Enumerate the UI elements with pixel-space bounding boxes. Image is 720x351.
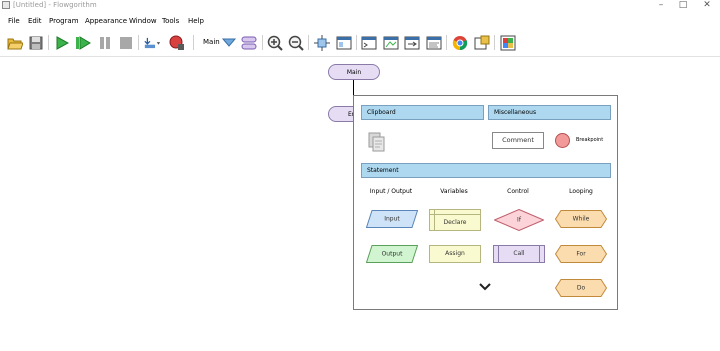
output-label: Output [381,250,403,258]
declare-shape[interactable]: Declare [429,209,481,231]
for-shape[interactable]: For [555,245,607,263]
flowchart-style-icon[interactable] [499,34,516,51]
breakpoint-label: Breakpoint [576,137,604,143]
while-label: While [572,215,590,223]
manage-functions-icon[interactable] [240,34,257,51]
output-window-icon[interactable] [403,34,420,51]
miscellaneous-section-header: Miscellaneous [488,105,611,120]
menu-tools[interactable]: Tools [162,15,179,27]
call-shape[interactable]: Call [493,245,545,263]
clipboard-section-header: Clipboard [361,105,484,120]
input-shape[interactable]: Input [366,210,418,228]
menu-help[interactable]: Help [188,15,204,27]
chrome-browser-icon[interactable] [451,34,468,51]
menu-window[interactable]: Window [129,15,157,27]
menu-edit[interactable]: Edit [28,15,42,27]
output-shape[interactable]: Output [366,245,418,263]
toolbar-separator [138,35,139,50]
title-bar: [Untitled] - Flowgorithm – □ ✕ [0,0,720,12]
clipboard-paste-icon[interactable] [368,132,386,156]
insert-shape-popup: Clipboard Miscellaneous Comment Breakpoi… [353,95,618,310]
app-icon [2,1,10,9]
column-header-looping: Looping [569,188,593,195]
stop-icon[interactable] [117,34,134,51]
while-shape[interactable]: While [555,210,607,228]
close-button[interactable]: ✕ [694,0,720,11]
column-header-input-output: Input / Output [369,188,413,195]
export-icon[interactable] [473,34,490,51]
input-label: Input [384,215,400,223]
toolbar-separator [308,35,309,50]
chevron-down-icon[interactable] [478,277,492,296]
do-label: Do [576,284,586,292]
source-code-icon[interactable] [425,34,442,51]
layout-icon[interactable] [335,34,352,51]
toolbar-separator [446,35,447,50]
comment-shape[interactable]: Comment [492,132,544,149]
maximize-button[interactable]: □ [670,0,696,11]
menu-appearance[interactable]: Appearance [85,15,127,27]
menu-program[interactable]: Program [49,15,79,27]
step-icon[interactable] [74,34,91,51]
run-icon[interactable] [53,34,70,51]
save-icon[interactable] [27,34,44,51]
function-selector[interactable]: Main [203,38,220,46]
if-shape[interactable]: If [494,209,544,231]
toolbar-separator [494,35,495,50]
menu-file[interactable]: File [8,15,20,27]
variable-watch-window-icon[interactable] [382,34,399,51]
breakpoint-icon[interactable] [168,34,185,51]
statement-section-header: Statement [361,163,611,178]
chevron-down-icon[interactable] [220,34,237,51]
pause-icon[interactable] [96,34,113,51]
breakpoint-shape[interactable] [555,133,570,148]
for-label: For [576,250,586,258]
zoom-in-icon[interactable] [266,34,283,51]
toolbar-separator [193,35,194,50]
console-icon[interactable] [360,34,377,51]
toolbar-separator [356,35,357,50]
variable-watch-icon[interactable] [144,34,161,51]
toolbar-separator [48,35,49,50]
column-header-variables: Variables [440,188,468,195]
zoom-out-icon[interactable] [287,34,304,51]
open-folder-icon[interactable] [6,34,23,51]
menu-bar: File Edit Program Appearance Window Tool… [0,14,720,28]
toolbar: Main [0,30,720,57]
assign-shape[interactable]: Assign [429,245,481,263]
window-title: [Untitled] - Flowgorithm [13,1,97,9]
if-label: If [517,216,521,224]
fit-to-screen-icon[interactable] [313,34,330,51]
main-start-node[interactable]: Main [328,64,380,80]
column-header-control: Control [507,188,529,195]
do-shape[interactable]: Do [555,279,607,297]
toolbar-separator [262,35,263,50]
